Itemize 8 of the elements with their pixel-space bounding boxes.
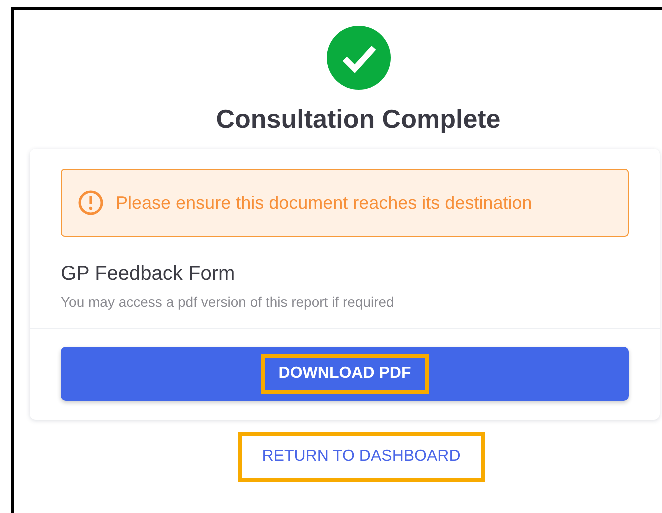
document-title: GP Feedback Form <box>61 263 236 286</box>
document-description: You may access a pdf version of this report if required <box>61 294 396 310</box>
page-heading: Consultation Complete <box>216 104 501 135</box>
warning-icon <box>78 190 104 216</box>
return-to-dashboard-link[interactable]: RETURN TO DASHBOARD <box>238 432 485 482</box>
download-pdf-button[interactable]: DOWNLOAD PDF <box>61 347 629 401</box>
alert-text: Please ensure this document reaches its destination <box>116 192 532 214</box>
success-check-icon <box>326 26 390 90</box>
